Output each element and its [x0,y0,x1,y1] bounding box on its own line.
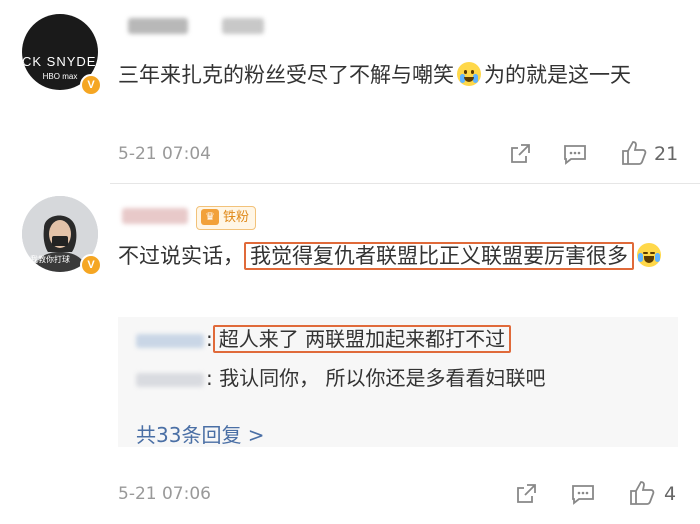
avatar-caption: 我教你打球 [30,255,70,264]
comment-text-part: 不过说实话， [118,244,244,268]
crown-icon: ♛ [201,209,219,225]
comment-icon[interactable] [562,142,588,170]
verified-badge: V [80,254,102,276]
username-blurred[interactable] [122,208,188,224]
replies-panel: : 超人来了 两联盟加起来都打不过 : 我认同你， 所以你还是多看看妇联吧 共33… [118,317,678,447]
like-icon[interactable] [628,480,656,510]
reply-text-highlighted: 超人来了 两联盟加起来都打不过 [212,325,512,353]
reply-separator: : [206,366,213,390]
more-replies-link[interactable]: 共33条回复 > [136,419,265,448]
comment-icon[interactable] [570,482,596,510]
comment-text: 不过说实话， 我觉得复仇者联盟比正义联盟要厉害很多 [118,236,680,276]
comment-text-part: 三年来扎克的粉丝受尽了不解与嘲笑 [118,63,454,87]
avatar-text: CK SNYDER [22,54,98,69]
highlighted-text: 我觉得复仇者联盟比正义联盟要厉害很多 [244,242,634,270]
reply-text: 我认同你， 所以你还是多看看妇联吧 [219,366,546,390]
comment-text-part: 为的就是这一天 [484,63,631,87]
comment-item: CK SNYDER HBO max V 三年来扎克的粉丝受尽了不解与嘲笑为的就是… [0,0,700,183]
comment-text: 三年来扎克的粉丝受尽了不解与嘲笑 为的就是这一天 [118,58,680,92]
timestamp: 5-21 07:06 [118,484,211,504]
timestamp: 5-21 07:04 [118,144,211,164]
like-count: 4 [664,483,677,505]
like-count: 21 [654,143,679,165]
fan-badge: ♛ 铁粉 [196,206,257,230]
reply-username-blurred[interactable] [136,372,204,387]
verified-badge: V [80,74,102,96]
like-icon[interactable] [620,140,648,170]
comment-item: 我教你打球 V ♛ 铁粉 不过说实话， 我觉得复仇者联盟比正义联盟要厉害很多 :超… [0,184,700,524]
username-blurred[interactable] [128,18,188,34]
fan-badge-label: 铁粉 [223,210,250,225]
reply-separator: : [206,327,213,351]
crying-face-icon [457,62,481,86]
share-icon[interactable] [508,142,532,170]
reply-item[interactable]: : 超人来了 两联盟加起来都打不过 [136,324,512,354]
reply-item[interactable]: : 我认同你， 所以你还是多看看妇联吧 [136,363,545,393]
username-blurred[interactable] [222,18,264,34]
share-icon[interactable] [514,482,538,510]
reply-username-blurred[interactable] [136,333,204,348]
laughing-face-icon [637,243,661,267]
